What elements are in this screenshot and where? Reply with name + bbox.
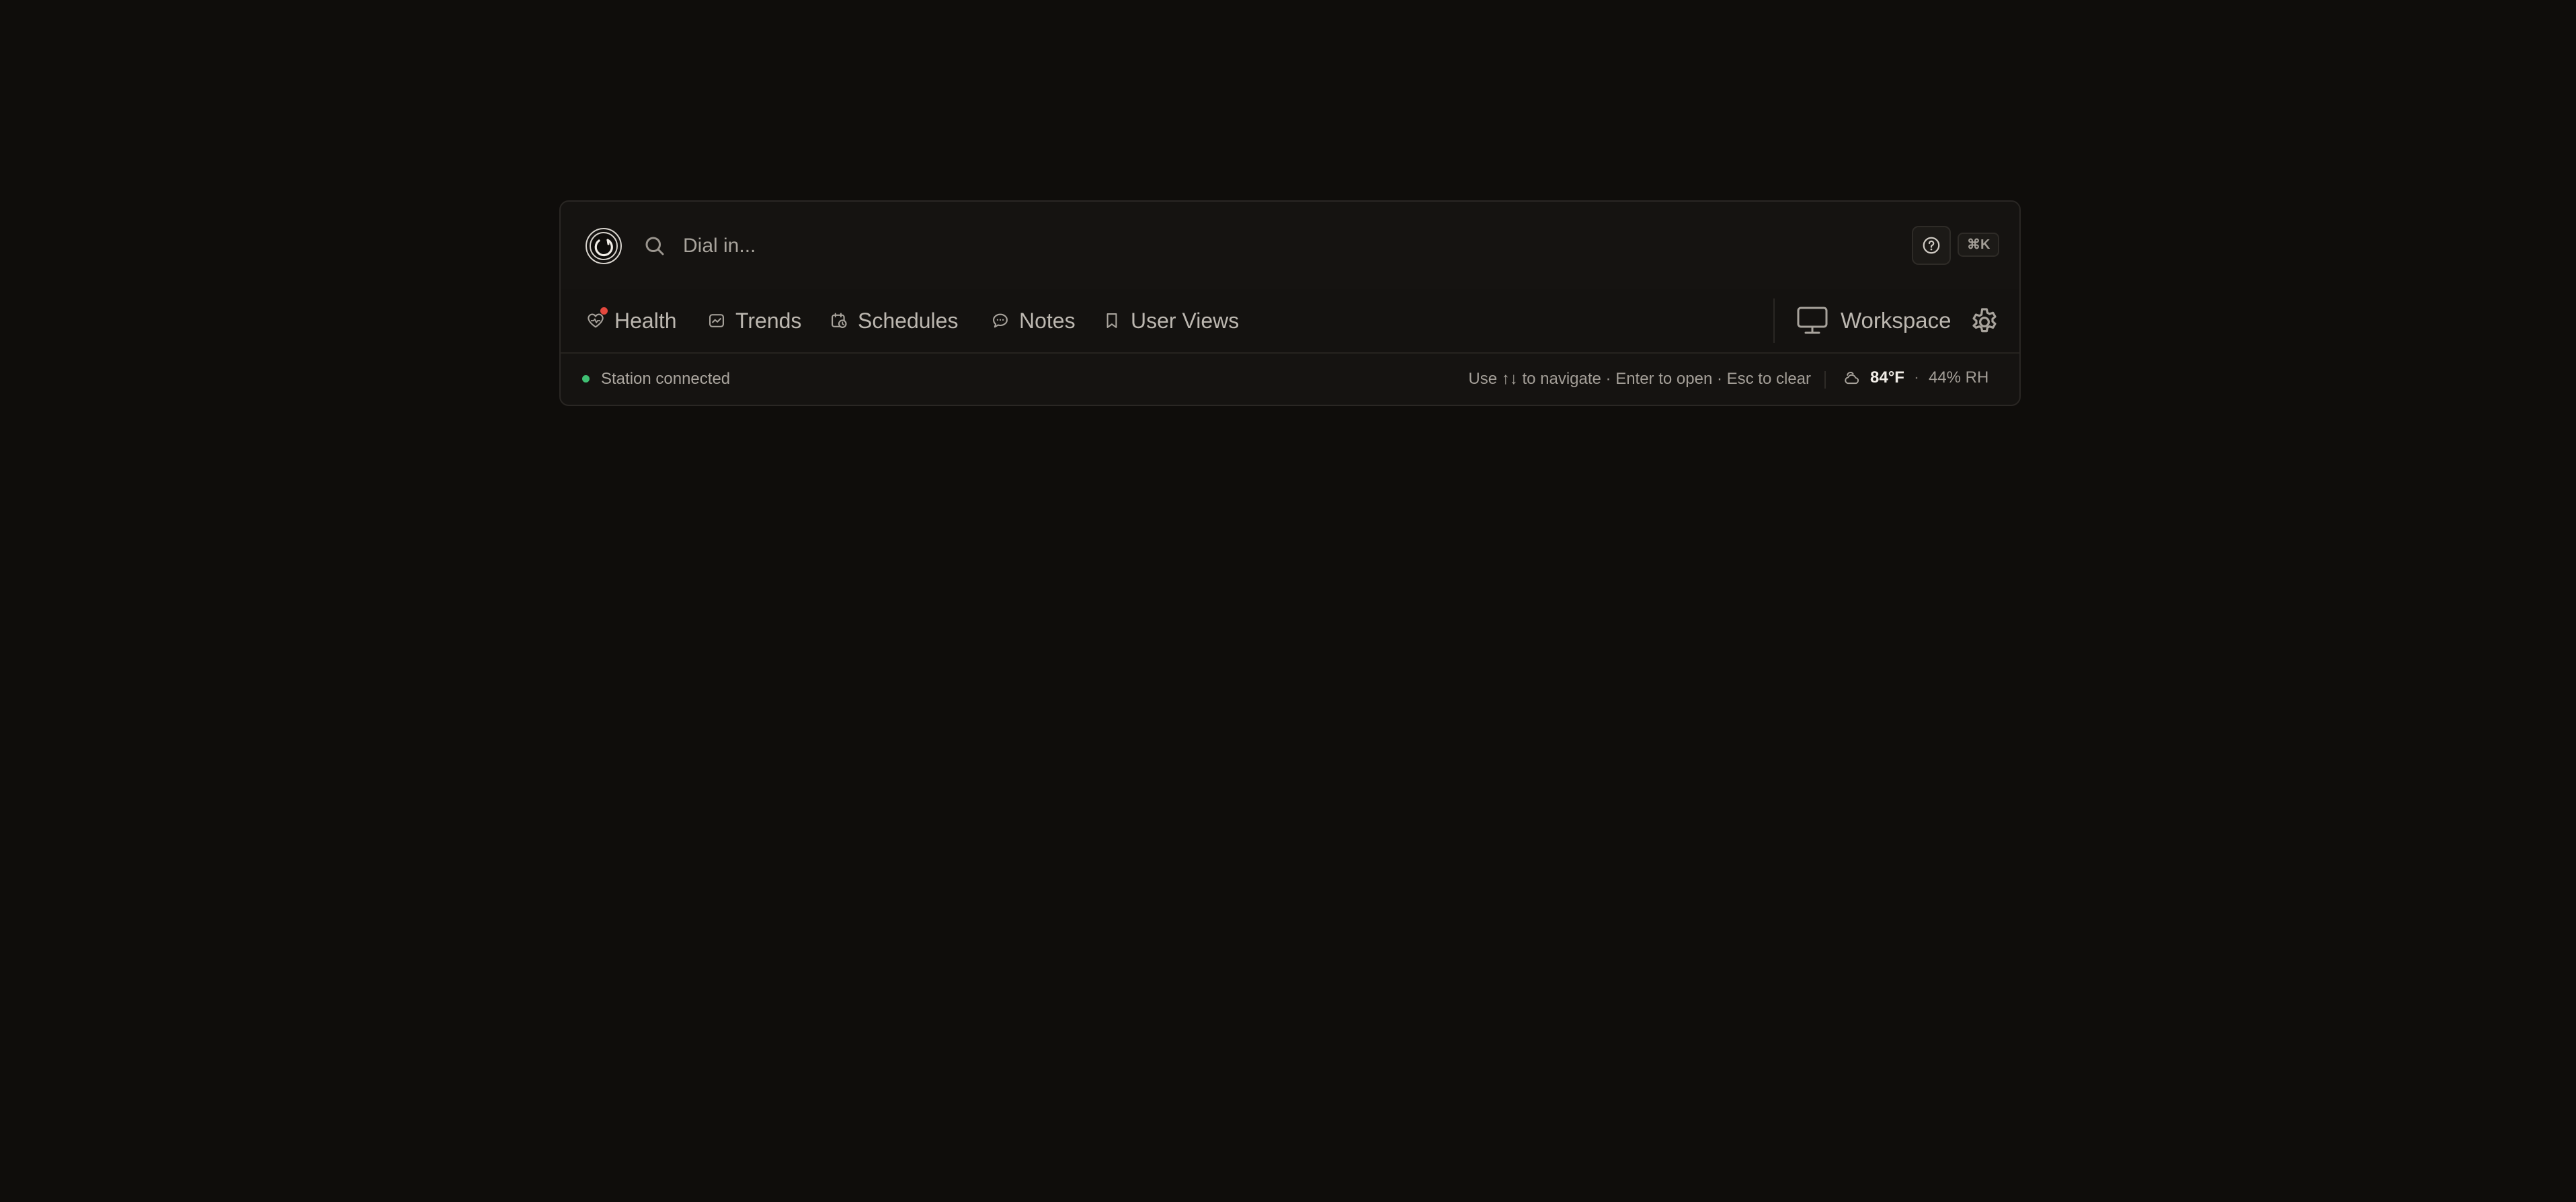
divider xyxy=(1824,371,1826,389)
chat-bubble-icon xyxy=(991,311,1010,330)
search-input[interactable] xyxy=(682,226,1760,266)
tab-notes[interactable]: Notes xyxy=(991,289,1076,352)
keyboard-hint: Use ↑↓ to navigate · Enter to open · Esc… xyxy=(1468,370,1811,388)
connection-status: Station connected xyxy=(601,370,731,388)
help-button[interactable] xyxy=(1912,226,1951,265)
workspace-label: Workspace xyxy=(1841,308,1951,333)
gear-icon[interactable] xyxy=(1968,305,2001,337)
tab-label: Notes xyxy=(1019,308,1076,333)
divider xyxy=(1773,298,1775,343)
tab-schedules[interactable]: Schedules xyxy=(830,289,958,352)
tab-user-views[interactable]: User Views xyxy=(1102,289,1239,352)
weather-readout: 84°F · 44% RH xyxy=(1842,368,1988,387)
logo-icon xyxy=(586,228,622,264)
alert-badge xyxy=(600,307,608,315)
calendar-clock-icon xyxy=(830,311,848,330)
tab-label: Trends xyxy=(735,308,802,333)
workspace-button[interactable]: Workspace xyxy=(1796,289,1951,352)
cloud-sun-icon xyxy=(1845,372,1859,385)
shortcut-badge: ⌘K xyxy=(1958,233,2000,257)
tab-health[interactable]: Health xyxy=(586,289,677,352)
nav-tabs: Health Trends Schedules Notes User Views… xyxy=(561,289,2019,354)
tab-label: User Views xyxy=(1131,308,1240,333)
monitor-icon xyxy=(1796,306,1828,335)
search-bar: ⌘K xyxy=(561,202,2019,290)
separator: · xyxy=(1913,368,1919,387)
status-indicator xyxy=(582,375,590,383)
temperature: 84°F xyxy=(1870,368,1904,387)
command-palette: ⌘K Health Trends xyxy=(559,200,2021,406)
question-icon xyxy=(1923,237,1940,254)
status-bar: Station connected Use ↑↓ to navigate · E… xyxy=(561,352,2019,405)
humidity: 44% RH xyxy=(1928,368,1989,387)
heart-pulse-icon xyxy=(586,307,608,330)
search-icon xyxy=(645,237,664,255)
tab-label: Health xyxy=(614,308,677,333)
trends-icon xyxy=(707,311,726,330)
bookmark-icon xyxy=(1102,311,1121,330)
tab-label: Schedules xyxy=(858,308,959,333)
tab-trends[interactable]: Trends xyxy=(707,289,801,352)
